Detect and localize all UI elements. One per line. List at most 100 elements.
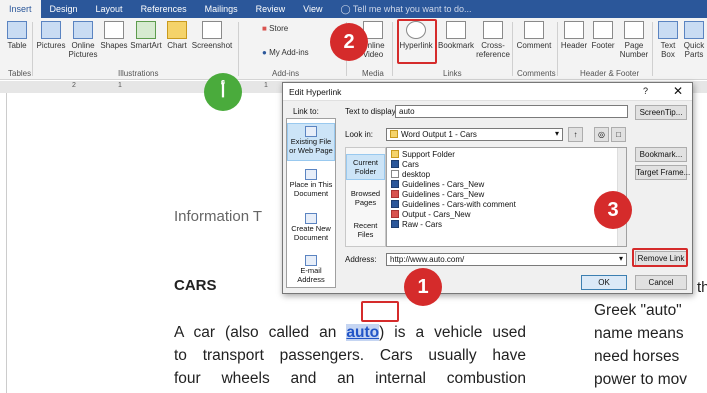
comment-button[interactable]: Comment: [514, 21, 554, 50]
file-name: Cars: [402, 160, 419, 169]
file-list-item[interactable]: Support Folder: [391, 150, 455, 160]
up-folder-button[interactable]: ↑: [568, 127, 583, 142]
shapes-button[interactable]: Shapes: [100, 21, 128, 50]
tab-mailings[interactable]: Mailings: [196, 0, 247, 18]
bookmark-icon: [446, 21, 466, 39]
close-icon[interactable]: ✕: [673, 84, 683, 98]
word-file-icon: [391, 220, 399, 228]
file-list-item[interactable]: Guidelines - Cars_New: [391, 190, 484, 200]
current-folder-item[interactable]: Current Folder: [346, 154, 385, 180]
online-pictures-button[interactable]: Online Pictures: [67, 21, 99, 59]
browse-file-button[interactable]: □: [611, 127, 626, 142]
link-to-place-label: Place in This Document: [289, 180, 333, 198]
link-to-email-label: E-mail Address: [297, 266, 325, 284]
browsed-pages-item[interactable]: Browsed Pages: [346, 186, 385, 212]
browse-web-button[interactable]: ◎: [594, 127, 609, 142]
screenshot-label: Screenshot: [191, 41, 233, 50]
link-to-panel: Existing File or Web Page Place in This …: [286, 118, 336, 288]
section-title: CARS: [174, 277, 217, 294]
table-label: Table: [7, 41, 27, 50]
folder-icon: [390, 130, 398, 138]
chart-button[interactable]: Chart: [164, 21, 190, 50]
file-list-item[interactable]: desktop: [391, 170, 430, 180]
link-to-label: Link to:: [293, 107, 319, 116]
tab-design[interactable]: Design: [41, 0, 87, 18]
text-box-icon: [658, 21, 678, 39]
link-to-new-document[interactable]: Create New Document: [287, 211, 335, 249]
paragraph-line: four wheels and an internal combustion: [174, 370, 526, 387]
browse-file-icon: □: [616, 130, 621, 139]
ok-button[interactable]: OK: [581, 275, 627, 290]
tab-layout[interactable]: Layout: [87, 0, 132, 18]
tab-view[interactable]: View: [294, 0, 331, 18]
chevron-down-icon: ▾: [618, 254, 623, 263]
link-to-existing-label: Existing File or Web Page: [289, 137, 333, 155]
footer-label: Footer: [591, 41, 615, 50]
up-folder-icon: ↑: [573, 130, 578, 139]
file-list-item[interactable]: Guidelines - Cars_New: [391, 180, 484, 190]
file-list-item[interactable]: Output - Cars_New: [391, 210, 470, 220]
bookmark-button[interactable]: Bookmark...: [635, 147, 687, 162]
file-list-item[interactable]: Cars: [391, 160, 419, 170]
page-number-button[interactable]: Page Number: [618, 21, 650, 59]
bookmark-ribbon-button[interactable]: Bookmark: [437, 21, 475, 50]
right-column-text: Greek "auto" name means need horses powe…: [594, 299, 707, 391]
target-frame-button[interactable]: Target Frame...: [635, 165, 690, 180]
link-to-email[interactable]: E-mail Address: [287, 253, 335, 287]
table-button[interactable]: Table: [6, 21, 28, 50]
group-separator: [32, 22, 33, 76]
store-icon: ■: [262, 24, 267, 33]
link-to-place-in-document[interactable]: Place in This Document: [287, 167, 335, 205]
header-button[interactable]: Header: [560, 21, 588, 50]
auto-hyperlink[interactable]: auto: [346, 324, 380, 341]
right-column-fragment: th: [697, 279, 707, 296]
footer-button[interactable]: Footer: [589, 21, 617, 50]
group-label-tables: Tables: [8, 69, 32, 78]
smartart-button[interactable]: SmartArt: [129, 21, 163, 50]
pdf-file-icon: [391, 210, 399, 218]
file-name: Guidelines - Cars_New: [402, 190, 485, 199]
auto-word-highlight-box: [361, 301, 399, 322]
file-name: desktop: [402, 170, 431, 179]
pictures-button[interactable]: Pictures: [36, 21, 66, 50]
text-run: ) is a vehicle used: [379, 324, 526, 341]
text-to-display-input[interactable]: auto: [395, 105, 628, 118]
address-input[interactable]: http://www.auto.com/ ▾: [386, 253, 627, 266]
group-separator: [238, 22, 239, 76]
tab-review[interactable]: Review: [247, 0, 295, 18]
ruler-mark: 1: [118, 82, 122, 89]
text-box-button[interactable]: Text Box: [656, 21, 680, 59]
recent-files-item[interactable]: Recent Files: [346, 218, 385, 244]
look-in-label: Look in:: [345, 130, 374, 139]
file-list-item[interactable]: Guidelines - Cars-with comment: [391, 200, 516, 210]
cancel-button[interactable]: Cancel: [635, 275, 687, 290]
group-label-header-footer: Header & Footer: [580, 69, 640, 78]
link-to-existing-file[interactable]: Existing File or Web Page: [287, 123, 335, 161]
tab-references[interactable]: References: [132, 0, 196, 18]
look-in-select[interactable]: Word Output 1 - Cars ▾: [386, 128, 563, 141]
group-label-addins: Add-ins: [272, 69, 300, 78]
shapes-label: Shapes: [100, 41, 128, 50]
online-pictures-label: Online Pictures: [68, 41, 98, 59]
quick-parts-button[interactable]: Quick Parts: [681, 21, 707, 59]
store-button[interactable]: ■ Store: [262, 24, 288, 33]
tab-insert[interactable]: Insert: [0, 0, 41, 18]
cross-reference-button[interactable]: Cross- reference: [476, 21, 510, 59]
document-heading: Information T: [174, 208, 263, 225]
file-name: Support Folder: [402, 150, 455, 159]
help-button[interactable]: ?: [643, 86, 648, 96]
word-file-icon: [391, 200, 399, 208]
email-icon: [305, 255, 317, 266]
chart-icon: [167, 21, 187, 39]
new-document-icon: [305, 213, 317, 224]
file-list-item[interactable]: Raw - Cars: [391, 220, 442, 230]
smartart-icon: [136, 21, 156, 39]
my-addins-button[interactable]: ● My Add-ins: [262, 48, 309, 57]
footer-icon: [593, 21, 613, 39]
bookmark-label: Bookmark: [437, 41, 474, 50]
tell-me-search[interactable]: ◯ Tell me what you want to do...: [331, 0, 480, 18]
screentip-button[interactable]: ScreenTip...: [635, 105, 687, 120]
screenshot-button[interactable]: Screenshot: [190, 21, 234, 50]
camera-icon: [202, 21, 222, 39]
paragraph-line: to transport passengers. Cars usually ha…: [174, 347, 526, 364]
